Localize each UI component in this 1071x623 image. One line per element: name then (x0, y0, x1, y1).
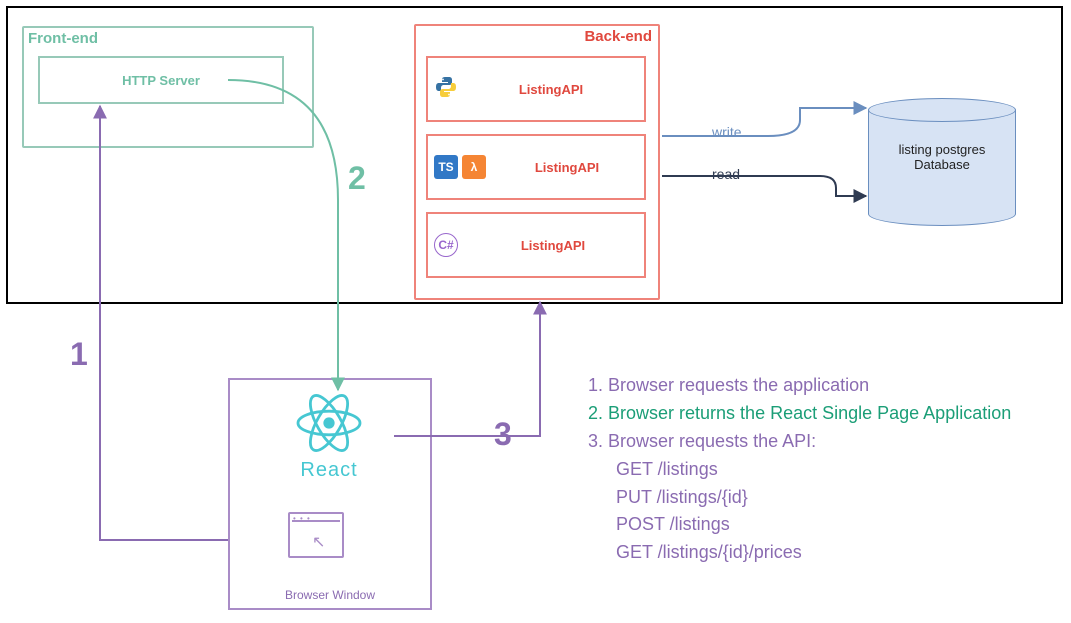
python-icon (434, 75, 458, 104)
listing-api-python: ListingAPI (426, 56, 646, 122)
listing-api-label: ListingAPI (458, 82, 644, 97)
http-server-label: HTTP Server (122, 73, 200, 88)
legend-api-call: GET /listings/{id}/prices (616, 539, 1011, 567)
legend-step-3: 3. Browser requests the API: (588, 428, 1011, 456)
listing-api-csharp: C# ListingAPI (426, 212, 646, 278)
backend-title: Back-end (584, 28, 652, 45)
legend-api-call: POST /listings (616, 511, 1011, 539)
typescript-icon: TS (434, 155, 458, 179)
edge-label-write: write (712, 124, 742, 140)
react-label: React (264, 459, 394, 482)
frontend-title: Front-end (28, 30, 98, 47)
browser-window-label: Browser Window (230, 588, 430, 602)
legend: 1. Browser requests the application 2. B… (588, 372, 1011, 567)
legend-step-2: 2. Browser returns the React Single Page… (588, 400, 1011, 428)
listing-api-label: ListingAPI (462, 238, 644, 253)
cursor-icon: ↖ (312, 532, 325, 552)
http-server-box: HTTP Server (38, 56, 284, 104)
step-number-2: 2 (348, 160, 366, 197)
step-number-3: 3 (494, 416, 512, 453)
legend-step-1: 1. Browser requests the application (588, 372, 1011, 400)
listing-api-ts-lambda: TS λ ListingAPI (426, 134, 646, 200)
step-number-1: 1 (70, 336, 88, 373)
edge-label-read: read (712, 166, 740, 182)
listing-api-label: ListingAPI (490, 160, 644, 175)
legend-api-call: PUT /listings/{id} (616, 484, 1011, 512)
aws-lambda-icon: λ (462, 155, 486, 179)
browser-window-icon: • • • ↖ (288, 512, 344, 558)
legend-api-call: GET /listings (616, 456, 1011, 484)
database-label: listing postgres Database (868, 142, 1016, 172)
react-logo: React (264, 392, 394, 482)
database-cylinder: listing postgres Database (868, 98, 1016, 226)
csharp-icon: C# (434, 233, 458, 257)
